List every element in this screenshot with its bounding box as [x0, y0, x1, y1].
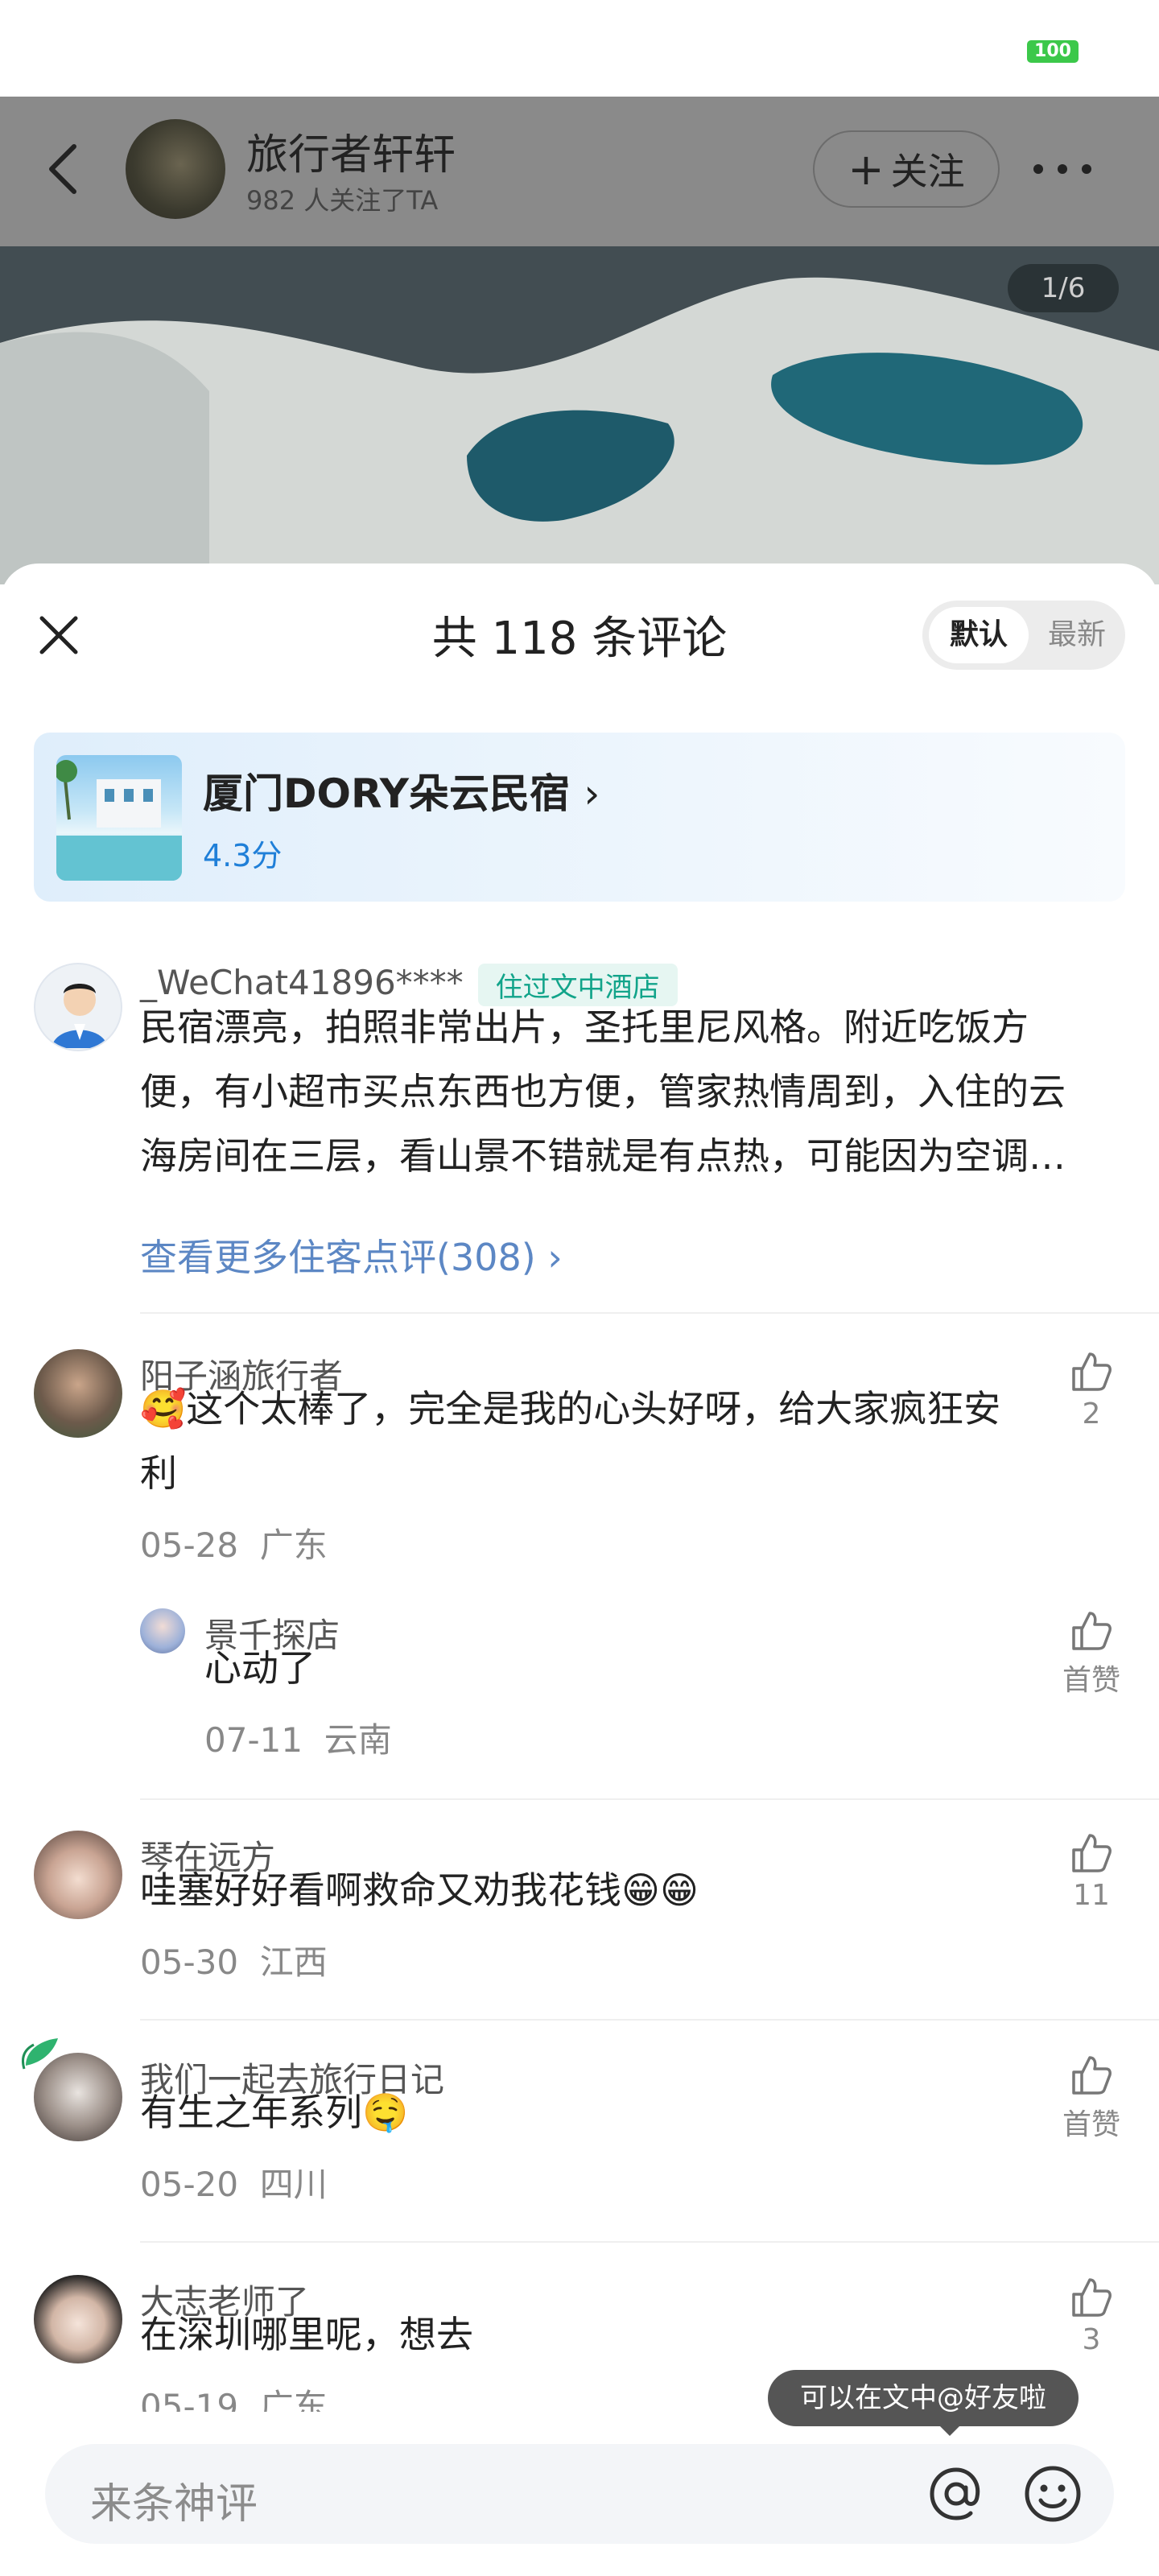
comment-region: 广东 [259, 2387, 328, 2412]
thumbs-up-icon [1072, 1834, 1112, 1872]
comment-meta: 05-30 江西 [140, 1935, 328, 1984]
comment-line: 哇塞好好看啊救命又劝我花钱😁😁 [140, 1868, 699, 1912]
hotel-card[interactable]: 厦门DORY朵云民宿 › 4.3分 [34, 733, 1125, 902]
emoji-icon[interactable] [1021, 2462, 1085, 2526]
thumbs-up-icon [1072, 2278, 1112, 2317]
comment-meta: 05-19 广东 [140, 2380, 328, 2412]
comment-meta: 07-11 云南 [204, 1713, 392, 1762]
like-button[interactable]: 2 [1059, 1349, 1124, 1430]
comment-input[interactable]: 来条神评 [45, 2444, 1114, 2544]
comment-region: 广东 [259, 1525, 328, 1565]
back-icon[interactable] [39, 137, 95, 201]
status-bar: 100 [0, 0, 1159, 97]
comment-text[interactable]: 有生之年系列🤤 [140, 2080, 1058, 2145]
review-text[interactable]: 民宿漂亮，拍照非常出片，圣托里尼风格。附近吃饭方 便，有小超市买点东西也方便，管… [140, 995, 1138, 1188]
like-count: 11 [1073, 1879, 1110, 1912]
hotel-name: 厦门DORY朵云民宿 › [203, 762, 600, 819]
comment-text[interactable]: 哇塞好好看啊救命又劝我花钱😁😁 [140, 1858, 1058, 1922]
author-followers: 982 人关注了TA [246, 185, 439, 216]
sort-default-tab[interactable]: 默认 [929, 607, 1029, 663]
like-button[interactable]: 11 [1059, 1831, 1124, 1912]
more-icon[interactable] [1030, 161, 1095, 177]
comment-sheet: 共 118 条评论 默认 最新 厦门DORY朵云民宿 › 4.3分 _WeCha… [0, 564, 1159, 2576]
comment-meta: 05-20 四川 [140, 2157, 328, 2207]
author-avatar[interactable] [126, 119, 225, 219]
comment-region: 云南 [324, 1720, 392, 1760]
comment-item: 阳子涵旅行者 🥰这个太棒了，完全是我的心头好呀，给大家疯狂安 利 05-28 广… [0, 1349, 1159, 1567]
tooltip-arrow [938, 2425, 961, 2436]
comment-text[interactable]: 在深圳哪里呢，想去 [140, 2302, 1058, 2367]
like-count: 2 [1082, 1397, 1101, 1430]
more-reviews-link[interactable]: 查看更多住客点评(308) › [140, 1228, 563, 1282]
comment-region: 江西 [259, 1942, 328, 1982]
hotel-thumbnail [56, 755, 182, 881]
plus-icon: + [848, 143, 885, 195]
comment-line: 在深圳哪里呢，想去 [140, 2313, 473, 2356]
at-mention-icon[interactable] [922, 2460, 990, 2528]
avatar[interactable] [34, 1349, 122, 1438]
like-count: 首赞 [1062, 2108, 1120, 2141]
like-button[interactable]: 3 [1059, 2275, 1124, 2356]
leaf-decoration-icon [22, 2038, 58, 2070]
comment-item: 琴在远方 哇塞好好看啊救命又劝我花钱😁😁 05-30 江西 11 [0, 1831, 1159, 1992]
comment-date: 05-19 [140, 2387, 239, 2412]
review-line: 便，有小超市买点东西也方便，管家热情周到，入住的云 [140, 1070, 1066, 1113]
hotel-rating: 4.3分 [203, 838, 283, 873]
divider [140, 1312, 1159, 1314]
like-button[interactable]: 首赞 [1059, 2053, 1124, 2143]
comment-line: 利 [140, 1451, 177, 1495]
divider [140, 2019, 1159, 2021]
comment-input-placeholder: 来条神评 [90, 2480, 258, 2529]
post-header: 旅行者轩轩 982 人关注了TA + 关注 [0, 97, 1159, 246]
comment-line: 有生之年系列🤤 [140, 2091, 409, 2134]
divider [140, 2241, 1159, 2243]
comment-text[interactable]: 🥰这个太棒了，完全是我的心头好呀，给大家疯狂安 利 [140, 1377, 1058, 1505]
post-photo[interactable]: 1/6 [0, 246, 1159, 584]
review-line: 民宿漂亮，拍照非常出片，圣托里尼风格。附近吃饭方 [140, 1005, 1029, 1049]
comment-date: 05-28 [140, 1525, 239, 1565]
avatar[interactable] [34, 963, 122, 1051]
avatar[interactable] [140, 1608, 185, 1653]
like-count: 首赞 [1062, 1664, 1120, 1697]
thumbs-up-icon [1072, 1612, 1112, 1650]
avatar[interactable] [34, 2275, 122, 2363]
chevron-right-icon: › [584, 770, 600, 817]
comment-line: 🥰这个太棒了，完全是我的心头好呀，给大家疯狂安 [140, 1387, 1001, 1430]
comment-line: 心动了 [204, 1646, 316, 1690]
hotel-review: _WeChat41896**** 住过文中酒店 民宿漂亮，拍照非常出片，圣托里尼风… [0, 963, 1159, 1228]
thumbs-up-icon [1072, 2056, 1112, 2095]
hotel-name-text: 厦门DORY朵云民宿 [203, 770, 570, 817]
comment-item: 我们一起去旅行日记 有生之年系列🤤 05-20 四川 首赞 [0, 2038, 1159, 2214]
sort-latest-tab[interactable]: 最新 [1035, 607, 1119, 663]
reply-item: 景千探店 心动了 07-11 云南 首赞 [0, 1608, 1159, 1769]
photo-image [0, 246, 1159, 584]
author-name[interactable]: 旅行者轩轩 [246, 121, 456, 181]
sort-toggle: 默认 最新 [922, 601, 1125, 670]
comment-text[interactable]: 心动了 [204, 1636, 1041, 1700]
page-indicator: 1/6 [1008, 264, 1119, 312]
comment-date: 05-30 [140, 1942, 239, 1982]
comment-region: 四川 [259, 2165, 328, 2204]
comment-date: 07-11 [204, 1720, 303, 1760]
mention-tooltip: 可以在文中@好友啦 [768, 2370, 1079, 2426]
like-button[interactable]: 首赞 [1059, 1608, 1124, 1699]
comment-input-bar: 来条神评 [0, 2412, 1159, 2576]
divider [140, 1798, 1159, 1800]
follow-button[interactable]: + 关注 [813, 130, 1000, 208]
comment-date: 05-20 [140, 2165, 239, 2204]
battery-icon: 100 [1027, 40, 1079, 63]
review-line: 海房间在三层，看山景不错就是有点热，可能因为空调… [140, 1134, 1066, 1178]
avatar[interactable] [34, 1831, 122, 1919]
comment-meta: 05-28 广东 [140, 1518, 328, 1567]
follow-label: 关注 [890, 150, 965, 193]
like-count: 3 [1082, 2323, 1101, 2356]
thumbs-up-icon [1072, 1352, 1112, 1391]
